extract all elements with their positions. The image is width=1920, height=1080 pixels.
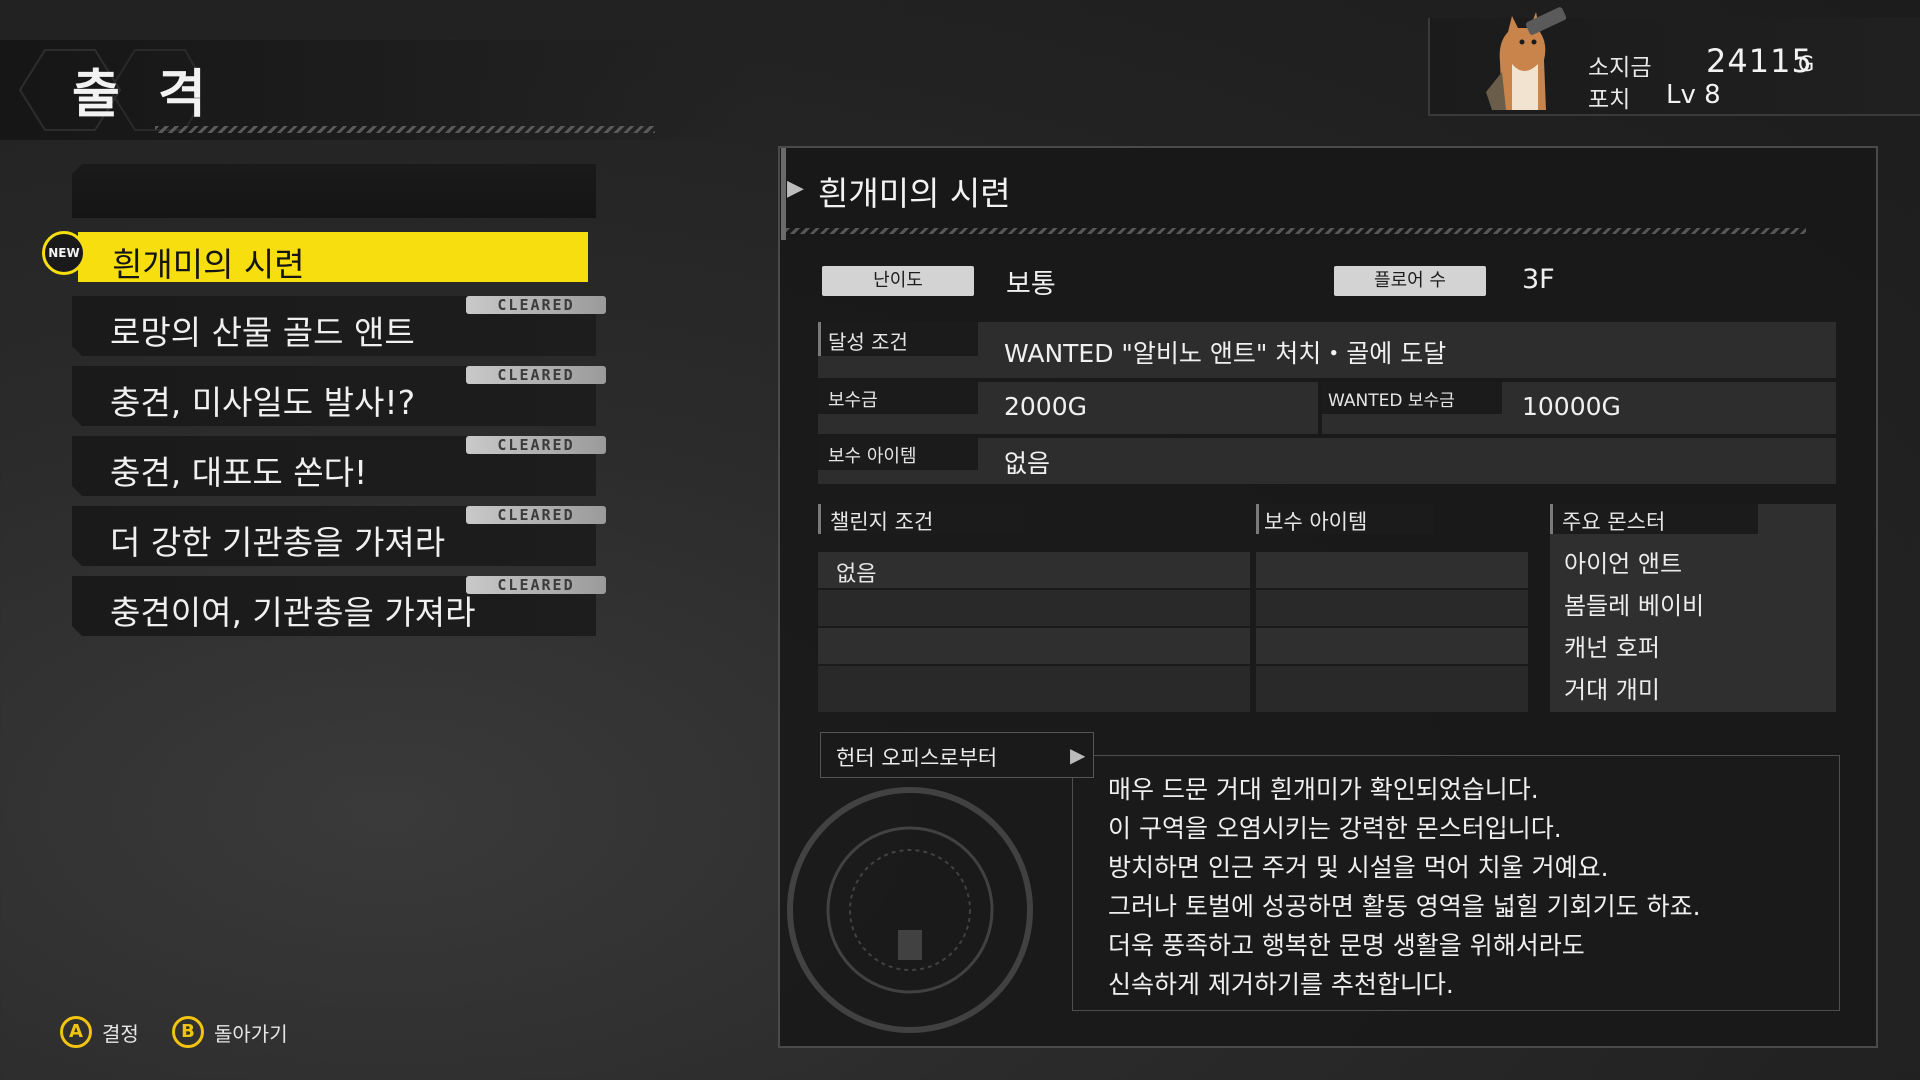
goal-accent xyxy=(818,322,821,356)
detail-title: 흰개미의 시련 xyxy=(818,174,1011,213)
challenge-row xyxy=(818,628,1250,664)
money-unit: G xyxy=(1798,52,1815,76)
cleared-tag: CLEARED xyxy=(466,296,606,314)
wanted-reward-label: WANTED 보수금 xyxy=(1328,391,1455,411)
cleared-tag: CLEARED xyxy=(466,576,606,594)
detail-title-underline xyxy=(786,228,1806,234)
title-bar-accent xyxy=(781,148,786,240)
mission-title: 충견이여, 기관총을 가져라 xyxy=(110,593,476,632)
b-button-icon[interactable]: B xyxy=(172,1016,204,1048)
confirm-label[interactable]: 결정 xyxy=(102,1018,139,1047)
shiba-dog-icon xyxy=(1486,7,1567,110)
chevron-right-icon: ▶ xyxy=(787,176,804,201)
challenge-value: 없음 xyxy=(836,562,877,587)
money-value: 24115 xyxy=(1706,42,1813,80)
reward-item-value: 없음 xyxy=(1004,449,1051,478)
message-line: 신속하게 제거하기를 추천합니다. xyxy=(1108,970,1454,999)
mission-title: 충견, 대포도 쏜다! xyxy=(110,453,368,492)
back-label[interactable]: 돌아가기 xyxy=(214,1018,288,1047)
challenge-row xyxy=(818,666,1250,712)
message-line: 그러나 토벌에 성공하면 활동 영역을 넓힐 기회기도 하죠. xyxy=(1108,892,1701,921)
chevron-right-icon: ▶ xyxy=(1070,743,1086,767)
challenge-row xyxy=(818,552,1250,588)
goal-label: 달성 조건 xyxy=(828,330,908,354)
challenge-reward-cell xyxy=(1256,666,1528,712)
challenge-header: 챌린지 조건 xyxy=(830,510,934,534)
wanted-reward-value: 10000G xyxy=(1522,392,1621,421)
a-button-icon[interactable]: A xyxy=(60,1016,92,1048)
challenge-reward-cell xyxy=(1256,628,1528,664)
message-line: 더욱 풍족하고 행복한 문명 생활을 위해서라도 xyxy=(1108,931,1585,960)
mission-item-selected[interactable]: 흰개미의 시련 xyxy=(78,232,588,282)
challenge-accent xyxy=(818,504,821,534)
monster-name: 아이언 앤트 xyxy=(1564,550,1683,578)
goal-value: WANTED "알비노 앤트" 처치・골에 도달 xyxy=(1004,339,1447,368)
mission-title: 더 강한 기관총을 가져라 xyxy=(110,523,446,562)
reward-label: 보수금 xyxy=(828,390,878,411)
challenge-reward-accent xyxy=(1256,504,1259,534)
hunter-office-tab-label: 헌터 오피스로부터 xyxy=(836,746,998,770)
message-line: 방치하면 인근 주거 및 시설을 먹어 치울 거예요. xyxy=(1108,853,1609,882)
difficulty-label: 난이도 xyxy=(822,266,974,296)
mission-title: 흰개미의 시련 xyxy=(112,245,305,284)
message-line: 이 구역을 오염시키는 강력한 몬스터입니다. xyxy=(1108,814,1562,843)
cleared-tag: CLEARED xyxy=(466,366,606,384)
mission-title: 충견, 미사일도 발사!? xyxy=(110,383,416,422)
reward-value: 2000G xyxy=(1004,392,1087,421)
monster-name: 거대 개미 xyxy=(1564,676,1660,704)
challenge-reward-cell xyxy=(1256,590,1528,626)
difficulty-value: 보통 xyxy=(1006,269,1056,300)
page-title: 출 격 xyxy=(72,65,216,125)
hunter-office-stamp-icon xyxy=(787,787,1033,1033)
new-badge: NEW xyxy=(42,231,86,275)
monsters-accent xyxy=(1550,504,1553,534)
money-label: 소지금 xyxy=(1588,55,1652,81)
challenge-row xyxy=(818,590,1250,626)
cleared-tag: CLEARED xyxy=(466,436,606,454)
floors-value: 3F xyxy=(1522,264,1555,295)
floors-label: 플로어 수 xyxy=(1334,266,1486,296)
pochi-level: Lv 8 xyxy=(1666,80,1721,110)
monster-name: 캐넌 호퍼 xyxy=(1564,634,1660,662)
monster-name: 봄들레 베이비 xyxy=(1564,592,1705,620)
cleared-tag: CLEARED xyxy=(466,506,606,524)
pochi-label: 포치 xyxy=(1588,87,1631,113)
challenge-reward-header: 보수 아이템 xyxy=(1264,510,1368,534)
message-line: 매우 드문 거대 흰개미가 확인되었습니다. xyxy=(1108,775,1539,804)
mission-title: 로망의 산물 골드 앤트 xyxy=(110,313,415,352)
title-underline xyxy=(155,126,655,133)
mission-list-header xyxy=(72,164,596,218)
reward-item-label: 보수 아이템 xyxy=(828,446,917,467)
challenge-reward-cell xyxy=(1256,552,1528,588)
monsters-header: 주요 몬스터 xyxy=(1562,510,1666,534)
